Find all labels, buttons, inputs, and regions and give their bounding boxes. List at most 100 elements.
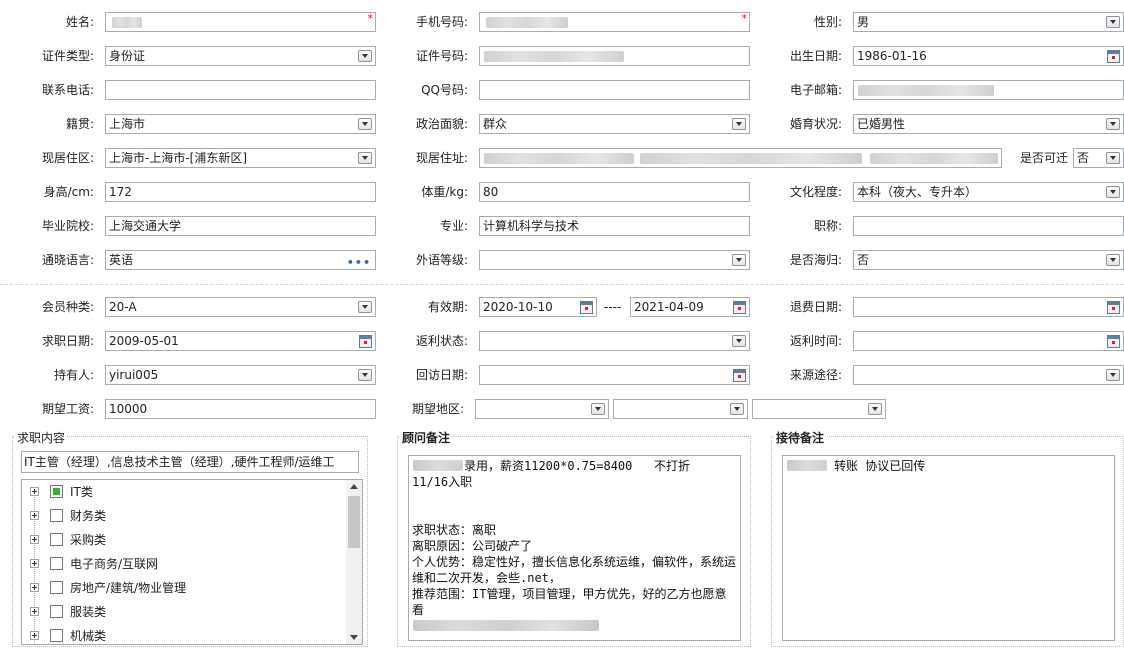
jobdate-field[interactable]: 2009-05-01 (105, 331, 376, 351)
weight-value: 80 (483, 185, 499, 199)
foreign-select[interactable] (479, 250, 750, 270)
weight-field[interactable]: 80 (479, 182, 750, 202)
reception-notes-textarea[interactable]: 转账 协议已回传 (782, 455, 1115, 641)
salary-field[interactable]: 10000 (105, 399, 376, 419)
holder-select[interactable]: yirui005 (105, 365, 376, 385)
title-field[interactable] (853, 216, 1124, 236)
chevron-down-icon[interactable] (1106, 186, 1120, 198)
valid-to-field[interactable]: 2021-04-09 (630, 297, 750, 317)
visit-date-field[interactable] (479, 365, 750, 385)
address-field[interactable] (479, 148, 1002, 168)
scroll-up-icon[interactable] (350, 484, 358, 489)
member-select[interactable]: 20-A (105, 297, 376, 317)
native-select[interactable]: 上海市 (105, 114, 376, 134)
scroll-thumb[interactable] (348, 496, 360, 548)
chevron-down-icon[interactable] (358, 118, 372, 130)
chevron-down-icon[interactable] (358, 369, 372, 381)
returnee-select[interactable]: 否 (853, 250, 1124, 270)
expand-icon[interactable] (30, 631, 39, 640)
job-summary-field[interactable]: IT主管（经理）,信息技术主管（经理）,硬件工程师/运维工 (21, 451, 359, 473)
scrollbar[interactable] (346, 480, 362, 644)
marital-value: 已婚男性 (857, 117, 906, 131)
email-field[interactable] (853, 80, 1124, 100)
school-field[interactable]: 上海交通大学 (105, 216, 376, 236)
expand-icon[interactable] (30, 487, 39, 496)
required-mark: * (741, 12, 748, 25)
valid-from-field[interactable]: 2020-10-10 (479, 297, 597, 317)
chevron-down-icon[interactable] (1106, 16, 1120, 28)
region-district-select[interactable] (752, 399, 886, 419)
calendar-icon[interactable] (359, 335, 372, 348)
redacted-text (858, 85, 994, 96)
category-checkbox[interactable] (50, 605, 63, 618)
calendar-icon[interactable] (733, 301, 746, 314)
refund-date-field[interactable] (853, 297, 1124, 317)
visit-label: 回访日期: (415, 368, 468, 382)
idtype-select[interactable]: 身份证 (105, 46, 376, 66)
chevron-down-icon[interactable] (1106, 369, 1120, 381)
expand-icon[interactable] (30, 607, 39, 616)
chevron-down-icon[interactable] (732, 335, 746, 347)
calendar-icon[interactable] (1107, 301, 1120, 314)
marital-select[interactable]: 已婚男性 (853, 114, 1124, 134)
birth-date-field[interactable]: 1986-01-16 (853, 46, 1124, 66)
calendar-icon[interactable] (733, 369, 746, 382)
job-category-tree[interactable]: IT类 财务类 采购类 电子商务/互联网 房地产/建筑/物业管理 服装类 机械类 (21, 479, 363, 645)
region-province-select[interactable] (475, 399, 609, 419)
chevron-down-icon[interactable] (730, 403, 744, 415)
category-checkbox[interactable] (50, 581, 63, 594)
category-checkbox[interactable] (50, 629, 63, 642)
political-select[interactable]: 群众 (479, 114, 750, 134)
region-city-select[interactable] (613, 399, 748, 419)
chevron-down-icon[interactable] (868, 403, 882, 415)
category-checkbox[interactable] (50, 509, 63, 522)
chevron-down-icon[interactable] (732, 254, 746, 266)
source-select[interactable] (853, 365, 1124, 385)
valid-to-value: 2021-04-09 (634, 300, 704, 314)
calendar-icon[interactable] (580, 301, 593, 314)
expand-icon[interactable] (30, 535, 39, 544)
idtype-value: 身份证 (109, 49, 146, 63)
foreign-label: 外语等级: (415, 253, 468, 267)
chevron-down-icon[interactable] (1106, 254, 1120, 266)
expand-icon[interactable] (30, 511, 39, 520)
redacted-text (484, 51, 624, 62)
category-checkbox[interactable] (50, 485, 63, 498)
height-field[interactable]: 172 (105, 182, 376, 202)
calendar-icon[interactable] (1107, 50, 1120, 63)
chevron-down-icon[interactable] (1106, 118, 1120, 130)
salary-label: 期望工资: (41, 402, 94, 416)
advisor-note-line2: 11/16入职 (412, 475, 473, 489)
tel-field[interactable] (105, 80, 376, 100)
birth-label: 出生日期: (789, 49, 842, 63)
category-checkbox[interactable] (50, 557, 63, 570)
more-icon[interactable]: ••• (347, 254, 371, 269)
chevron-down-icon[interactable] (358, 50, 372, 62)
rebate-status-select[interactable] (479, 331, 750, 351)
advisor-notes-textarea[interactable]: 录用，薪资11200*0.75=8400 不打折 11/16入职 求职状态：离职 离… (408, 455, 741, 641)
chevron-down-icon[interactable] (358, 152, 372, 164)
reachable-select[interactable]: 否 (1073, 148, 1124, 168)
residence-select[interactable]: 上海市-上海市-[浦东新区] (105, 148, 376, 168)
qq-field[interactable] (479, 80, 750, 100)
chevron-down-icon[interactable] (358, 301, 372, 313)
rebate-time-field[interactable] (853, 331, 1124, 351)
phone-field[interactable]: * (479, 12, 750, 32)
expand-icon[interactable] (30, 559, 39, 568)
redacted-text (640, 153, 862, 164)
calendar-icon[interactable] (1107, 335, 1120, 348)
category-checkbox[interactable] (50, 533, 63, 546)
expand-icon[interactable] (30, 583, 39, 592)
chevron-down-icon[interactable] (591, 403, 605, 415)
chevron-down-icon[interactable] (732, 118, 746, 130)
name-field[interactable]: * (105, 12, 376, 32)
refund-label: 退费日期: (789, 300, 842, 314)
chevron-down-icon[interactable] (1106, 152, 1120, 164)
idno-field[interactable] (479, 46, 750, 66)
gender-select[interactable]: 男 (853, 12, 1124, 32)
scroll-down-icon[interactable] (350, 635, 358, 640)
rebate-time-label: 返利时间: (789, 334, 842, 348)
edu-select[interactable]: 本科（夜大、专升本） (853, 182, 1124, 202)
lang-field[interactable]: 英语 ••• (105, 250, 376, 270)
major-field[interactable]: 计算机科学与技术 (479, 216, 750, 236)
